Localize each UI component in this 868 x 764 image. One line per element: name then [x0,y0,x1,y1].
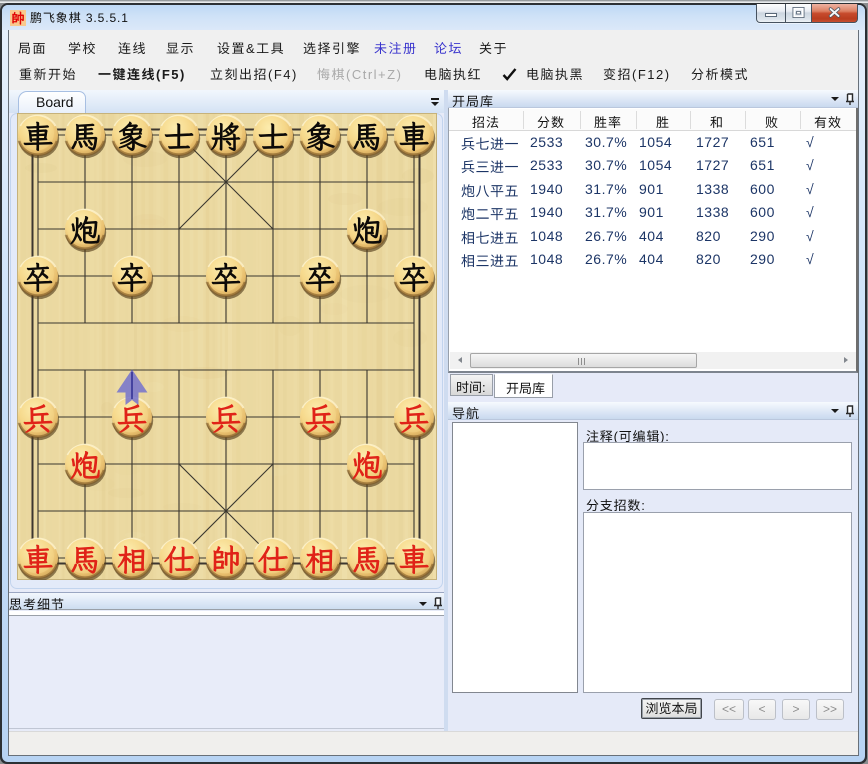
svg-text:仕: 仕 [258,539,289,580]
svg-text:相: 相 [117,539,148,580]
svg-text:士: 士 [164,116,195,157]
svg-text:車: 車 [23,539,54,580]
svg-text:卒: 卒 [399,257,430,298]
svg-text:兵: 兵 [211,398,242,439]
svg-text:卒: 卒 [305,257,336,298]
svg-text:卒: 卒 [117,257,148,298]
svg-text:炮: 炮 [70,210,101,251]
svg-text:車: 車 [399,116,430,157]
svg-text:相: 相 [305,539,336,580]
svg-text:馬: 馬 [352,116,383,157]
svg-text:炮: 炮 [70,445,101,486]
svg-text:士: 士 [258,116,289,157]
svg-text:車: 車 [399,539,430,580]
svg-text:象: 象 [305,116,336,157]
svg-text:馬: 馬 [70,539,101,580]
svg-text:仕: 仕 [164,539,195,580]
svg-text:帥: 帥 [211,539,242,580]
svg-text:車: 車 [23,116,54,157]
svg-text:卒: 卒 [23,257,54,298]
svg-text:兵: 兵 [117,398,148,439]
svg-text:象: 象 [117,116,148,157]
svg-text:炮: 炮 [352,210,383,251]
svg-text:炮: 炮 [352,445,383,486]
svg-text:將: 將 [211,116,242,157]
svg-text:馬: 馬 [352,539,383,580]
svg-text:兵: 兵 [305,398,336,439]
svg-text:兵: 兵 [23,398,54,439]
svg-text:馬: 馬 [70,116,101,157]
svg-text:卒: 卒 [211,257,242,298]
svg-text:兵: 兵 [399,398,430,439]
